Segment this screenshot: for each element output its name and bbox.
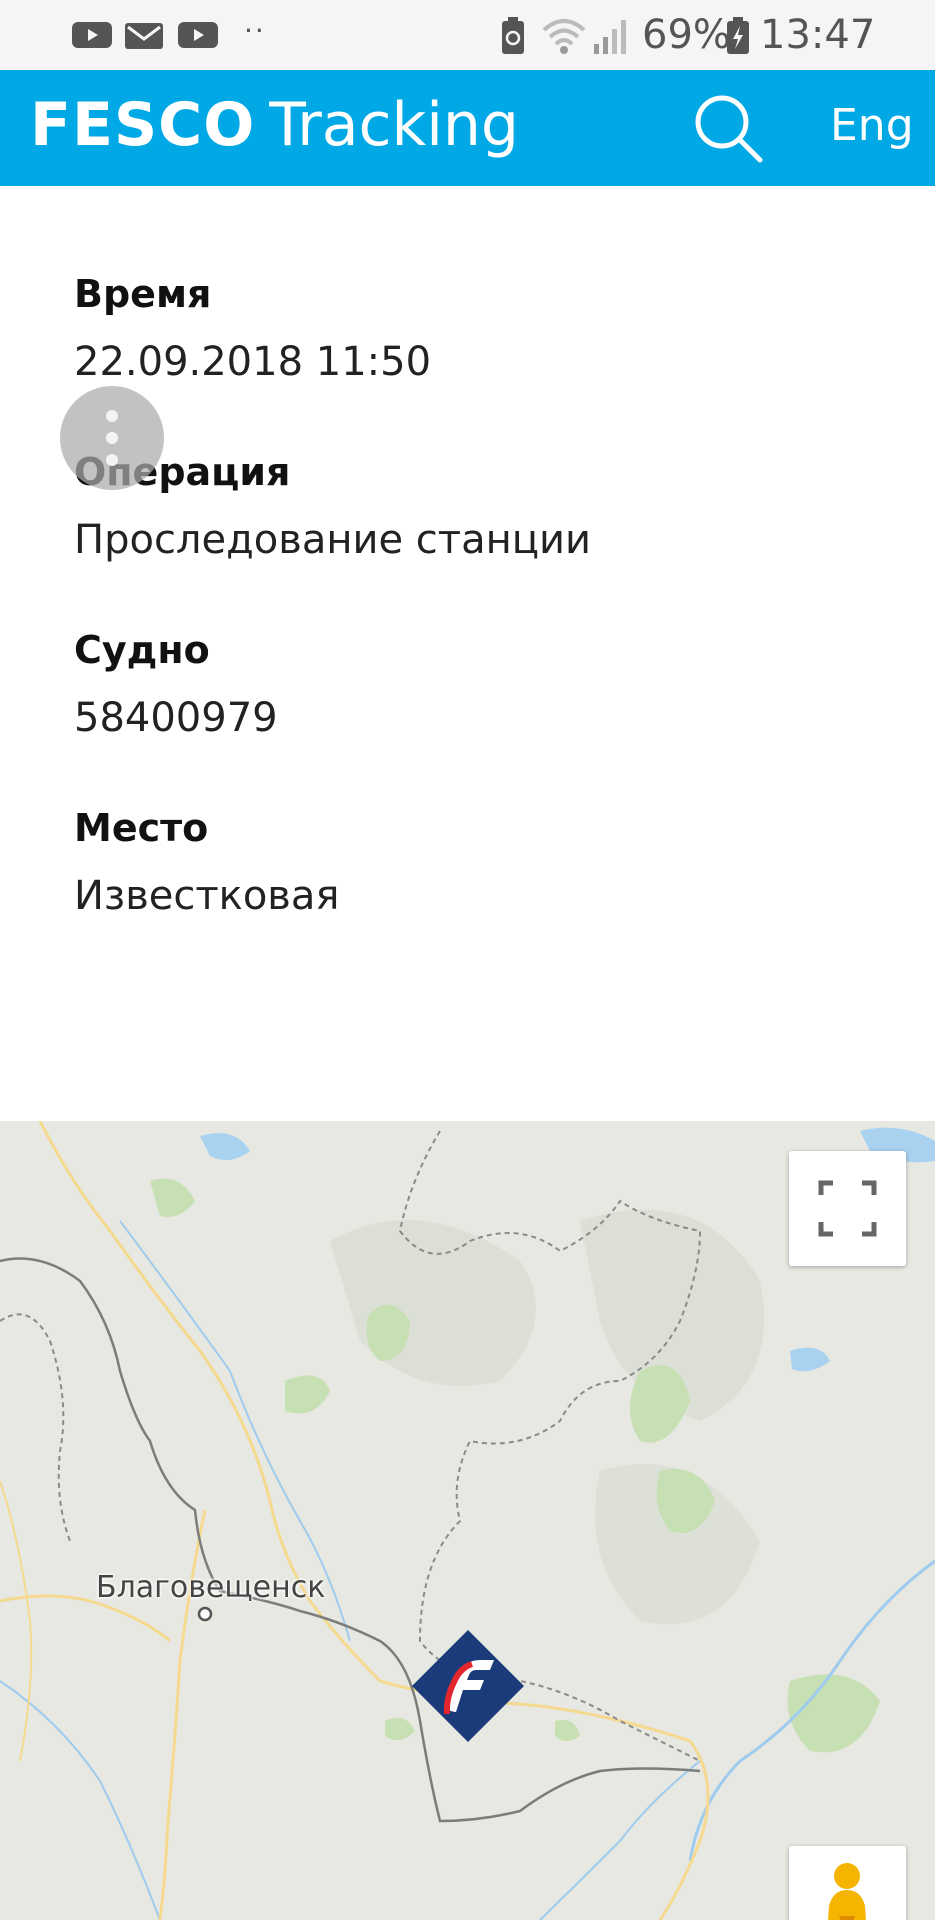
notification-dots: ·· <box>244 14 266 47</box>
battery-percent: 69% <box>642 12 731 58</box>
fesco-logo-icon <box>412 1630 524 1742</box>
pegman-icon <box>828 1863 866 1920</box>
tracking-details: Время 22.09.2018 11:50 Операция Проследо… <box>74 270 894 982</box>
brand-name: FESCO <box>30 90 256 160</box>
fullscreen-icon <box>818 1180 877 1237</box>
street-view-button[interactable] <box>789 1846 906 1920</box>
fullscreen-button[interactable] <box>789 1151 906 1266</box>
time-field: Время 22.09.2018 11:50 <box>74 270 894 448</box>
app-title: FESCO Tracking <box>30 90 519 160</box>
more-vert-icon <box>106 410 118 422</box>
battery-icon <box>726 16 750 60</box>
brand-subtitle: Tracking <box>269 90 520 160</box>
time-label: Время <box>74 272 212 316</box>
map-city-label: Благовещенск <box>96 1570 326 1605</box>
app-header: FESCO Tracking Eng <box>0 70 935 186</box>
time-value: 22.09.2018 11:50 <box>74 339 432 385</box>
place-value: Известковая <box>74 873 340 919</box>
place-field: Место Известковая <box>74 804 894 982</box>
map-marker[interactable] <box>410 1628 526 1744</box>
language-switch[interactable]: Eng <box>830 100 914 151</box>
operation-label: Операция <box>74 450 291 494</box>
status-bar: ·· 69% 13:47 <box>0 0 935 70</box>
search-icon <box>695 95 763 163</box>
operation-field: Операция Проследование станции <box>74 448 894 626</box>
mail-icon <box>124 20 164 56</box>
vessel-value: 58400979 <box>74 695 278 741</box>
vessel-field: Судно 58400979 <box>74 626 894 804</box>
wifi-icon <box>540 16 588 60</box>
more-vert-dot <box>106 454 118 466</box>
battery-saver-icon <box>500 16 526 60</box>
clock: 13:47 <box>760 12 876 58</box>
operation-value: Проследование станции <box>74 517 591 563</box>
signal-icon <box>592 16 632 60</box>
map-view[interactable] <box>0 1121 935 1920</box>
app-screen: ·· 69% 13:47 FESCO Tracking Eng Время 22… <box>0 0 935 1920</box>
vessel-label: Судно <box>74 628 210 672</box>
place-label: Место <box>74 806 209 850</box>
youtube-icon <box>178 20 218 54</box>
youtube-icon <box>72 20 112 54</box>
more-vert-dot <box>106 432 118 444</box>
search-button[interactable] <box>690 90 770 170</box>
more-options-button[interactable] <box>60 386 164 490</box>
